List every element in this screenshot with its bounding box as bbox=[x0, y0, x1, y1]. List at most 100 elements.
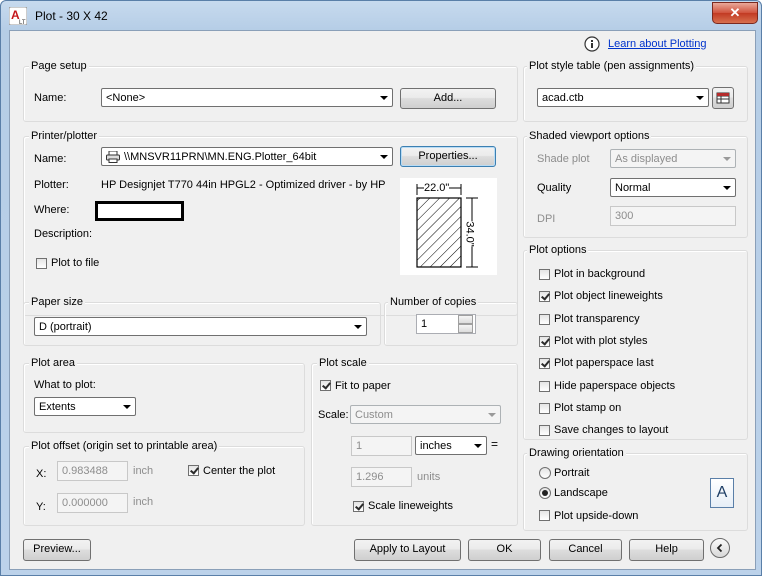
offset-x-unit: inch bbox=[133, 465, 154, 477]
autocad-lt-icon: A LT bbox=[9, 7, 27, 25]
cancel-button[interactable]: Cancel bbox=[549, 539, 622, 561]
plotter-label: Plotter: bbox=[34, 179, 69, 191]
help-button[interactable]: Help bbox=[629, 539, 704, 561]
what-to-plot-combo[interactable]: Extents bbox=[34, 397, 136, 416]
description-label: Description: bbox=[34, 228, 93, 240]
copies-label: Number of copies bbox=[388, 296, 479, 308]
edit-table-icon bbox=[716, 92, 730, 104]
plot-option-label: Plot stamp on bbox=[554, 401, 622, 414]
plot-to-file-checkbox[interactable] bbox=[36, 258, 47, 269]
chevron-down-icon bbox=[380, 155, 388, 159]
plotter-value: HP Designjet T770 44in HPGL2 - Optimized… bbox=[101, 179, 386, 191]
copies-spinner[interactable] bbox=[458, 315, 473, 333]
scale-lineweights-checkbox[interactable] bbox=[353, 501, 364, 512]
title-bar[interactable]: A LT Plot - 30 X 42 ✕ bbox=[1, 1, 761, 31]
plot-option-checkbox[interactable] bbox=[539, 269, 550, 280]
chevron-down-icon bbox=[123, 405, 131, 409]
apply-to-layout-button[interactable]: Apply to Layout bbox=[354, 539, 461, 561]
offset-y-unit: inch bbox=[133, 496, 154, 508]
paper-size-combo[interactable]: D (portrait) bbox=[34, 317, 367, 336]
what-to-plot-label: What to plot: bbox=[34, 379, 96, 391]
center-plot-label: Center the plot bbox=[203, 465, 276, 477]
info-icon bbox=[584, 36, 600, 52]
plot-option-checkbox[interactable] bbox=[539, 380, 550, 392]
offset-x-input[interactable]: 0.983488 bbox=[57, 461, 128, 481]
quality-combo[interactable]: Normal bbox=[610, 178, 736, 197]
scale-equals-sign: = bbox=[491, 437, 499, 451]
plot-option-checkbox[interactable] bbox=[539, 313, 550, 325]
plot-option-checkbox[interactable] bbox=[539, 291, 550, 303]
plot-dialog: A LT Plot - 30 X 42 ✕ Learn about Plotti… bbox=[0, 0, 762, 576]
portrait-radio[interactable] bbox=[539, 467, 551, 479]
landscape-radio[interactable] bbox=[539, 487, 551, 499]
page-setup-name-combo[interactable]: <None> bbox=[101, 88, 393, 107]
collapse-options-button[interactable] bbox=[710, 538, 730, 558]
printer-plotter-label: Printer/plotter bbox=[29, 130, 100, 142]
chevron-down-icon bbox=[723, 186, 731, 190]
where-redacted-box bbox=[95, 201, 184, 221]
shade-plot-combo[interactable]: As displayed bbox=[610, 149, 736, 168]
plot-option-checkbox[interactable] bbox=[539, 358, 550, 370]
chevron-down-icon bbox=[696, 96, 704, 100]
close-icon: ✕ bbox=[729, 5, 741, 20]
fit-to-paper-label: Fit to paper bbox=[335, 380, 391, 392]
offset-y-label: Y: bbox=[36, 501, 46, 513]
printer-properties-button[interactable]: Properties... bbox=[400, 146, 496, 167]
page-setup-name-label: Name: bbox=[34, 92, 67, 104]
preview-button[interactable]: Preview... bbox=[23, 539, 91, 561]
paper-preview: 22.0" 34.0" bbox=[400, 178, 497, 275]
scale-numerator-input[interactable]: 1 bbox=[351, 436, 412, 456]
scale-combo[interactable]: Custom bbox=[350, 405, 501, 424]
portrait-label: Portrait bbox=[554, 467, 590, 479]
plot-offset-group bbox=[23, 446, 305, 526]
dpi-input[interactable]: 300 bbox=[610, 206, 736, 226]
plot-option-label: Plot in background bbox=[554, 268, 646, 280]
plot-options-label: Plot options bbox=[527, 244, 589, 256]
plot-scale-label: Plot scale bbox=[317, 357, 369, 369]
edit-plot-style-button[interactable] bbox=[712, 87, 734, 109]
dpi-label: DPI bbox=[537, 213, 556, 225]
paper-size-label: Paper size bbox=[29, 296, 85, 308]
plot-upside-down-label: Plot upside-down bbox=[554, 510, 639, 522]
dialog-body: Learn about Plotting Page setup Name: <N… bbox=[9, 30, 756, 570]
where-label: Where: bbox=[34, 204, 70, 216]
printer-icon bbox=[106, 151, 120, 163]
preview-width-label: 22.0" bbox=[424, 182, 450, 194]
landscape-label: Landscape bbox=[554, 487, 608, 499]
center-plot-checkbox[interactable] bbox=[188, 465, 199, 476]
ok-button[interactable]: OK bbox=[468, 539, 541, 561]
add-page-setup-button[interactable]: Add... bbox=[400, 88, 496, 109]
plot-option-label: Plot paperspace last bbox=[554, 357, 654, 370]
plot-option-label: Save changes to layout bbox=[554, 424, 669, 437]
scale-unit-combo[interactable]: inches bbox=[415, 436, 487, 455]
plot-option-label: Plot transparency bbox=[554, 312, 640, 325]
window-title: Plot - 30 X 42 bbox=[35, 9, 108, 23]
shaded-viewport-label: Shaded viewport options bbox=[527, 130, 652, 142]
preview-height-label: 34.0" bbox=[463, 221, 476, 247]
chevron-left-icon bbox=[716, 543, 723, 553]
learn-about-plotting-link[interactable]: Learn about Plotting bbox=[608, 38, 706, 50]
offset-x-label: X: bbox=[36, 468, 47, 480]
plot-style-combo[interactable]: acad.ctb bbox=[537, 88, 709, 107]
plot-option-label: Plot with plot styles bbox=[554, 334, 648, 347]
fit-to-paper-checkbox[interactable] bbox=[320, 380, 331, 391]
plot-upside-down-checkbox[interactable] bbox=[539, 510, 550, 521]
scale-label: Scale: bbox=[318, 409, 349, 421]
scale-lineweights-label: Scale lineweights bbox=[368, 500, 453, 512]
printer-name-combo[interactable]: \\MNSVR11PRN\MN.ENG.Plotter_64bit bbox=[101, 147, 393, 166]
chevron-down-icon bbox=[474, 444, 482, 448]
plot-option-label: Hide paperspace objects bbox=[554, 379, 676, 392]
svg-text:LT: LT bbox=[19, 20, 26, 25]
scale-denominator-input[interactable]: 1.296 bbox=[351, 467, 412, 487]
page-setup-label: Page setup bbox=[29, 60, 89, 72]
close-button[interactable]: ✕ bbox=[712, 2, 758, 24]
plot-option-checkbox[interactable] bbox=[539, 402, 550, 414]
plot-option-checkbox[interactable] bbox=[539, 335, 550, 347]
plot-option-label: Plot object lineweights bbox=[554, 290, 663, 303]
plot-to-file-label: Plot to file bbox=[51, 257, 100, 269]
offset-y-input[interactable]: 0.000000 bbox=[57, 493, 128, 513]
chevron-down-icon bbox=[380, 96, 388, 100]
plot-option-checkbox[interactable] bbox=[539, 425, 550, 437]
scale-denominator-unit: units bbox=[417, 471, 441, 483]
plot-style-label: Plot style table (pen assignments) bbox=[527, 60, 697, 72]
